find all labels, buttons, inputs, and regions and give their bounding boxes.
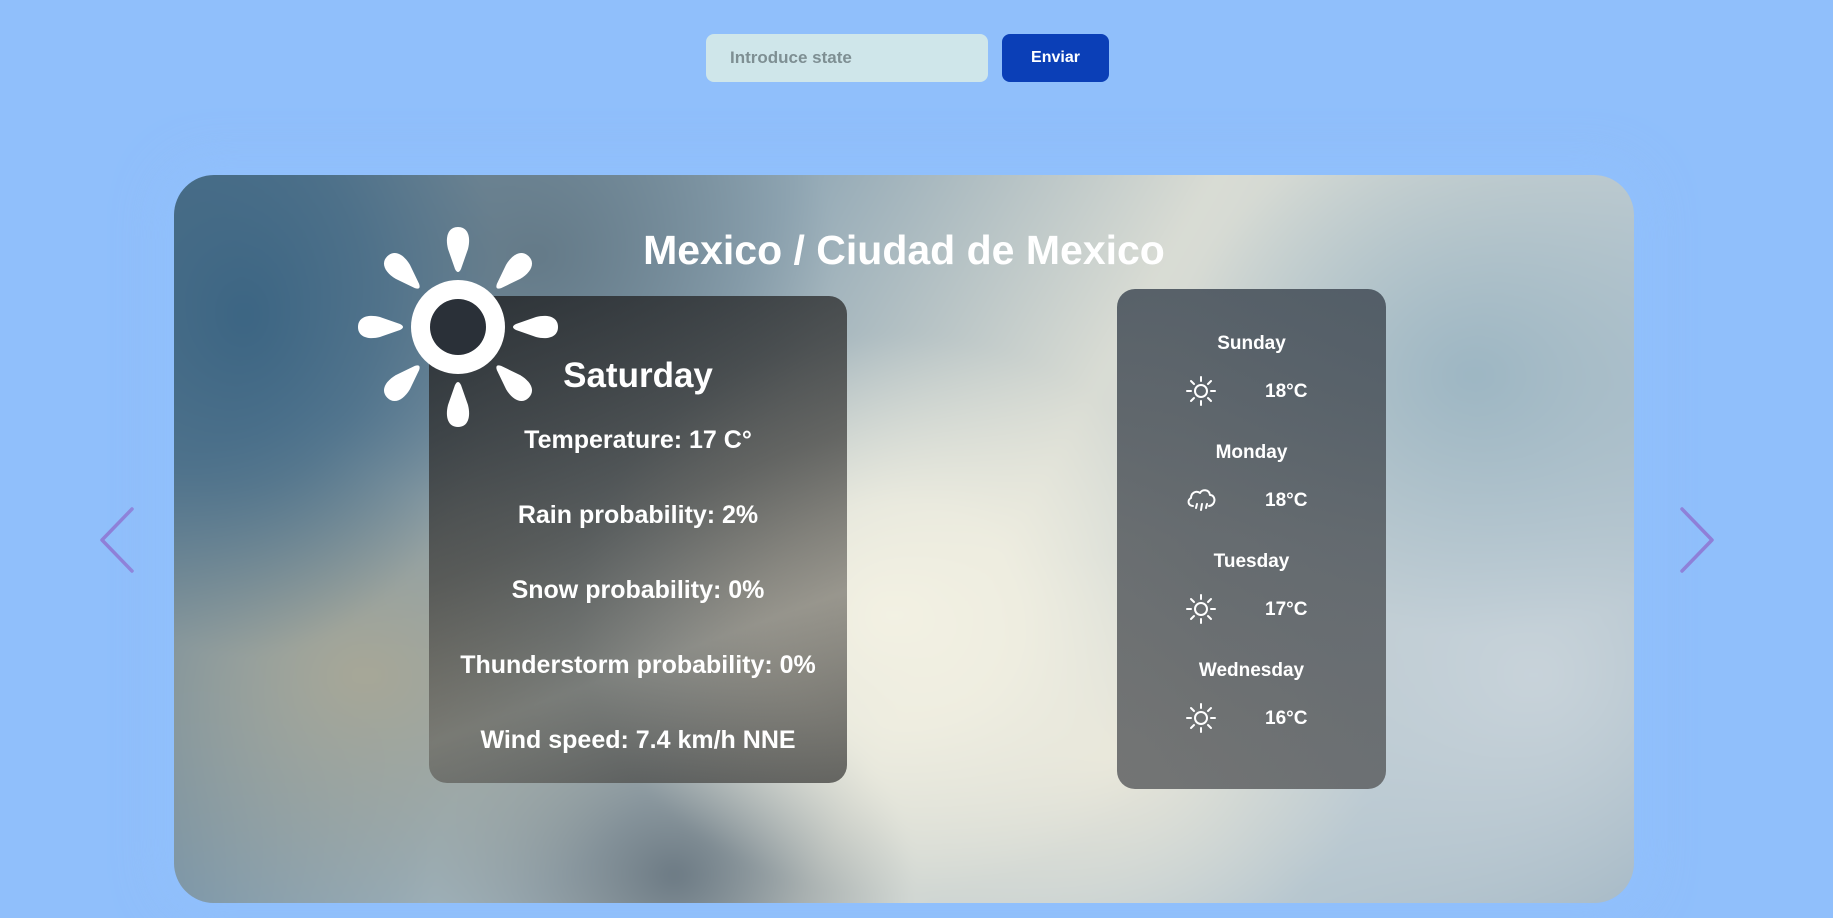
today-thunderstorm-probability: Thunderstorm probability: 0%	[460, 651, 816, 679]
forecast-row: 18°C	[1117, 484, 1386, 516]
weather-card: Mexico / Ciudad de Mexico Saturday Tempe…	[174, 175, 1634, 903]
forecast-temp: 16°C	[1265, 708, 1308, 729]
page: Enviar Mexico / Ciudad de Mexico Saturda…	[0, 0, 1833, 918]
forecast-temp: 18°C	[1265, 381, 1308, 402]
forecast-day-sunday: Sunday	[1217, 333, 1286, 354]
forecast-day-wednesday: Wednesday	[1198, 660, 1305, 681]
today-rain-probability: Rain probability: 2%	[517, 501, 759, 529]
sun-icon	[1186, 703, 1216, 733]
forecast-day-tuesday: Tuesday	[1213, 551, 1290, 572]
forecast-row: 18°C	[1117, 375, 1386, 407]
today-snow-probability: Snow probability: 0%	[511, 576, 765, 604]
cloud-rain-icon	[1187, 489, 1216, 511]
send-button[interactable]: Enviar	[1002, 34, 1109, 82]
today-temperature: Temperature: 17 C°	[524, 426, 752, 454]
sun-icon	[358, 227, 558, 427]
forecast-row: 16°C	[1117, 702, 1386, 734]
forecast-temp: 17°C	[1265, 599, 1308, 620]
today-wind-speed: Wind speed: 7.4 km/h NNE	[480, 726, 796, 754]
previous-arrow-icon[interactable]	[98, 505, 138, 575]
next-arrow-icon[interactable]	[1676, 505, 1716, 575]
state-search-input[interactable]	[706, 34, 988, 82]
sun-icon	[1186, 594, 1216, 624]
forecast-temp: 18°C	[1265, 490, 1308, 511]
forecast-row: 17°C	[1117, 593, 1386, 625]
forecast-panel: Sunday 18°C Monday 18°C Tuesday 17°C Wed…	[1117, 289, 1386, 789]
forecast-day-monday: Monday	[1215, 442, 1288, 463]
sun-icon	[1186, 376, 1216, 406]
